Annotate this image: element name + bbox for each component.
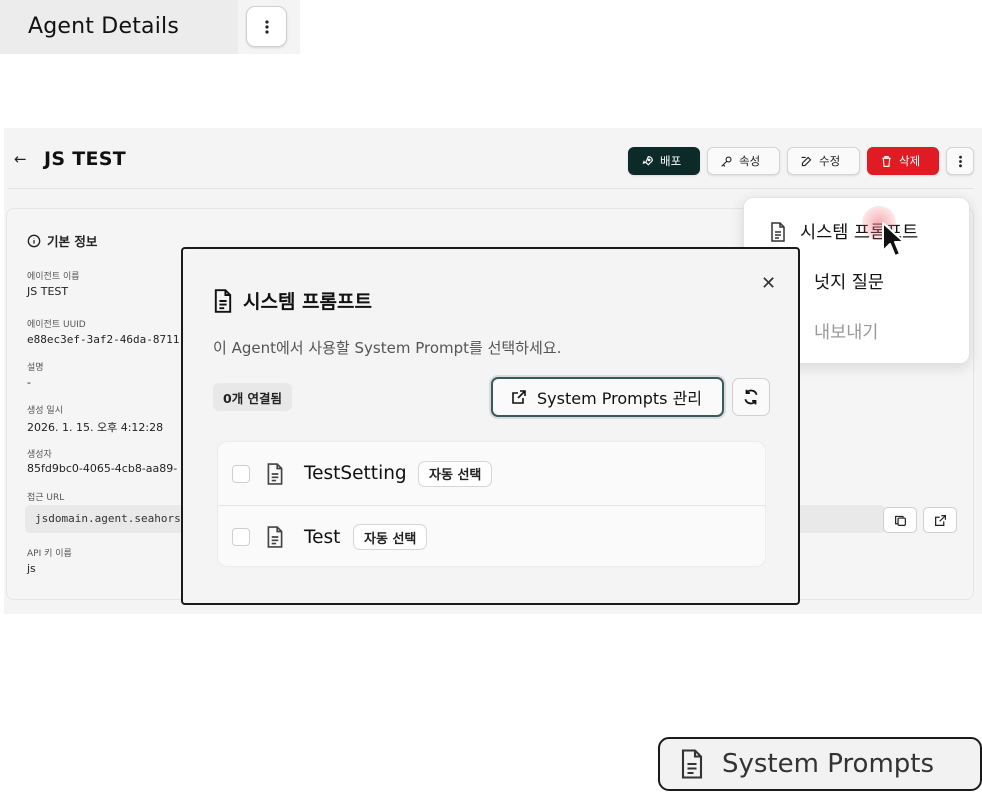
mouse-cursor-icon [882,222,905,257]
document-icon [214,288,232,313]
system-prompts-callout: System Prompts [658,737,982,791]
open-url-button[interactable] [923,507,957,533]
arrow-left-icon[interactable]: ← [14,150,27,168]
key-icon [721,155,732,167]
document-icon [267,462,283,485]
external-link-icon [512,390,526,404]
created-at-value: 2026. 1. 15. 오후 4:12:28 [27,421,164,434]
agent-name-label: 에이전트 이름 [27,272,80,282]
list-item[interactable]: TestSetting 자동 선택 [218,442,765,505]
rocket-icon [642,155,653,166]
agent-details-callout: Agent Details [0,0,240,54]
creator-label: 생성자 [27,450,52,460]
menu-item-nudge-questions[interactable]: 넛지 질문 [814,269,884,294]
description-label: 설명 [27,363,44,373]
manage-button-label: System Prompts 관리 [537,389,703,408]
manage-system-prompts-button[interactable]: System Prompts 관리 [491,377,724,417]
auto-select-tag: 자동 선택 [418,460,493,487]
system-prompts-callout-label: System Prompts [722,749,935,779]
access-url-value: jsdomain.agent.seahors [35,512,181,525]
delete-label: 삭제 [899,154,921,168]
page-title: JS TEST [44,148,127,170]
header-divider [8,188,974,189]
auto-select-tag: 자동 선택 [353,524,428,550]
modal-title: 시스템 프롬프트 [213,287,372,314]
close-icon[interactable]: ✕ [761,273,776,294]
deploy-label: 배포 [660,154,682,168]
connected-count-badge: 0개 연결됨 [213,383,293,411]
more-callout [238,0,300,54]
kebab-vertical-icon [958,155,962,167]
access-url-label: 접근 URL [27,493,65,503]
prompt-name: Test [304,526,341,548]
agent-name-value: JS TEST [27,285,69,298]
refresh-button[interactable] [732,378,770,416]
more-button[interactable] [246,6,287,47]
trash-icon [882,155,891,167]
edit-icon [801,156,812,166]
info-icon [27,234,41,247]
menu-item-label: 넛지 질문 [814,273,884,293]
document-icon [681,749,703,779]
agent-uuid-value: e88ec3ef-3af2-46da-8711 [27,333,180,346]
prompt-list: TestSetting 자동 선택 Test 자동 선택 [217,441,766,567]
agent-uuid-label: 에이전트 UUID [27,320,86,330]
copy-icon [894,515,906,526]
menu-item-label: 내보내기 [814,323,879,343]
external-link-icon [934,514,946,526]
agent-details-title: Agent Details [28,14,179,39]
edit-button[interactable]: 수정 [787,147,860,175]
modal-title-text: 시스템 프롬프트 [243,291,372,313]
delete-button[interactable]: 삭제 [867,147,939,175]
basic-info-heading: 기본 정보 [27,231,97,250]
prompt-checkbox[interactable] [232,464,250,483]
creator-value: 85fd9bc0-4065-4cb8-aa89- [27,462,178,475]
document-icon [771,221,785,242]
description-value: - [27,376,31,389]
kebab-vertical-icon [264,19,269,34]
document-icon [267,526,283,548]
basic-info-title: 기본 정보 [47,234,98,249]
api-key-label: API 키 이름 [27,549,72,559]
system-prompt-modal: ✕ 시스템 프롬프트 이 Agent에서 사용할 System Prompt를 … [181,247,800,605]
header-more-button[interactable] [946,147,974,175]
menu-item-export: 내보내기 [814,319,878,344]
list-item[interactable]: Test 자동 선택 [218,505,765,568]
api-key-value: js [27,562,36,575]
deploy-button[interactable]: 배포 [628,147,700,175]
created-at-label: 생성 일시 [27,406,63,416]
refresh-icon [744,389,758,405]
properties-button[interactable]: 속성 [707,147,780,175]
copy-url-button[interactable] [883,507,917,533]
edit-label: 수정 [819,154,841,168]
prompt-checkbox[interactable] [232,528,250,546]
prompt-name: TestSetting [304,463,407,484]
properties-label: 속성 [739,154,761,168]
modal-description: 이 Agent에서 사용할 System Prompt를 선택하세요. [213,339,562,357]
